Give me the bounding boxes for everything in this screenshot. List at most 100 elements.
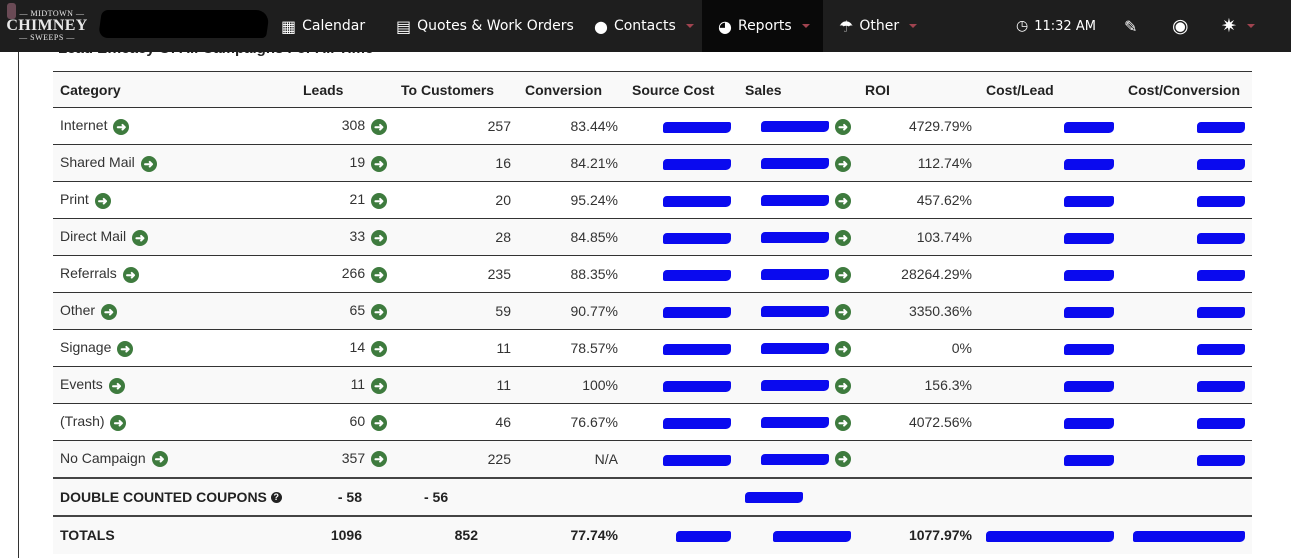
- nav-other[interactable]: ☂ Other: [839, 0, 918, 52]
- edit-icon: ✎: [1124, 16, 1138, 36]
- roi-cell: 3350.36%: [858, 292, 979, 330]
- redacted-value: [761, 453, 830, 465]
- arrow-circle-right-icon[interactable]: ➜: [371, 192, 387, 209]
- redacted-value: [1197, 454, 1245, 466]
- arrow-circle-right-icon[interactable]: ➜: [108, 377, 125, 394]
- conversion-cell: 100%: [518, 366, 625, 404]
- arrow-circle-right-icon[interactable]: ➜: [371, 229, 387, 246]
- nav-contacts[interactable]: ● Contacts: [594, 0, 694, 52]
- empty-cell: [625, 477, 738, 517]
- content-border: [18, 52, 19, 558]
- arrow-circle-right-icon[interactable]: ➜: [835, 340, 851, 357]
- arrow-circle-right-icon[interactable]: ➜: [835, 451, 851, 468]
- cost-per-conversion-cell: [1121, 107, 1252, 145]
- customers-cell: 28: [394, 218, 518, 256]
- customers-cell: 11: [394, 366, 518, 404]
- leads-cell: 19 ➜: [296, 144, 394, 182]
- leads-value: 21: [349, 191, 366, 208]
- leads-cell: 33 ➜: [296, 218, 394, 256]
- nav-quotes-work-orders[interactable]: ▤ Quotes & Work Orders: [396, 0, 574, 52]
- category-cell: Signage ➜: [53, 329, 296, 367]
- col-cost-per-lead: Cost/Lead: [979, 71, 1121, 108]
- totals-label: TOTALS: [53, 515, 296, 554]
- col-conversion: Conversion: [518, 71, 625, 108]
- category-label: No Campaign: [60, 450, 146, 467]
- arrow-circle-right-icon[interactable]: ➜: [140, 155, 157, 172]
- nav-reports[interactable]: ◕ Reports: [702, 0, 823, 52]
- arrow-circle-right-icon[interactable]: ➜: [835, 118, 851, 135]
- double-counted-leads: - 58: [296, 477, 394, 517]
- arrow-circle-right-icon[interactable]: ➜: [371, 414, 387, 431]
- cost-per-lead-cell: [979, 107, 1121, 145]
- sales-cell: ➜: [738, 403, 858, 441]
- category-label: Signage: [60, 339, 112, 356]
- arrow-circle-right-icon[interactable]: ➜: [110, 414, 127, 431]
- roi-cell: 457.62%: [858, 181, 979, 219]
- arrow-circle-right-icon[interactable]: ➜: [371, 377, 387, 394]
- arrow-circle-right-icon[interactable]: ➜: [122, 266, 139, 283]
- leads-cell: 65 ➜: [296, 292, 394, 330]
- roi-cell: 112.74%: [858, 144, 979, 182]
- arrow-circle-right-icon[interactable]: ➜: [113, 118, 130, 135]
- redacted-value: [1197, 343, 1245, 355]
- sales-cell: ➜: [738, 144, 858, 182]
- caret-down-icon: [685, 24, 694, 28]
- category-label: Internet: [60, 117, 108, 134]
- source-cost-cell: [625, 440, 738, 479]
- leads-value: 11: [350, 376, 366, 393]
- arrow-circle-right-icon[interactable]: ➜: [371, 118, 387, 135]
- arrow-circle-right-icon[interactable]: ➜: [835, 229, 851, 246]
- arrow-circle-right-icon[interactable]: ➜: [100, 303, 117, 320]
- cost-per-conversion-cell: [1121, 255, 1252, 293]
- edit-button[interactable]: ✎: [1124, 0, 1137, 52]
- leads-value: 357: [341, 450, 366, 467]
- totals-roi: 1077.97%: [858, 515, 979, 554]
- arrow-circle-right-icon[interactable]: ➜: [371, 155, 387, 172]
- leads-value: 60: [349, 413, 366, 430]
- cost-per-lead-cell: [979, 329, 1121, 367]
- source-cost-cell: [625, 403, 738, 441]
- leads-value: 65: [349, 302, 366, 319]
- company-logo[interactable]: — MIDTOWN — CHIMNEY — SWEEPS —: [4, 3, 90, 49]
- arrow-circle-right-icon[interactable]: ➜: [835, 414, 851, 431]
- calendar-icon: ▦: [281, 16, 297, 36]
- double-counted-customers: - 56: [394, 477, 518, 517]
- arrow-circle-right-icon[interactable]: ➜: [371, 451, 387, 468]
- col-to-customers: To Customers: [394, 71, 518, 108]
- arrow-circle-right-icon[interactable]: ➜: [835, 266, 851, 283]
- conversion-cell: 78.57%: [518, 329, 625, 367]
- totals-sales: [738, 515, 858, 554]
- arrow-circle-right-icon[interactable]: ➜: [371, 340, 387, 357]
- user-icon: ●: [594, 16, 608, 36]
- arrow-circle-right-icon[interactable]: ➜: [835, 377, 851, 394]
- settings-menu[interactable]: ✷: [1221, 0, 1255, 52]
- arrow-circle-right-icon[interactable]: ➜: [94, 192, 111, 209]
- nav-calendar[interactable]: ▦ Calendar: [281, 0, 365, 52]
- arrow-circle-right-icon[interactable]: ➜: [835, 192, 851, 209]
- roi-cell: [858, 440, 979, 479]
- arrow-circle-right-icon[interactable]: ➜: [117, 340, 134, 357]
- arrow-circle-right-icon[interactable]: ➜: [835, 303, 851, 320]
- totals-cost-per-lead: [979, 515, 1121, 554]
- globe-button[interactable]: ◉: [1172, 0, 1189, 52]
- globe-icon: ◉: [1172, 15, 1189, 37]
- redacted-value: [1133, 530, 1245, 542]
- source-cost-cell: [625, 144, 738, 182]
- question-circle-icon[interactable]: ?: [270, 492, 282, 504]
- arrow-circle-right-icon[interactable]: ➜: [371, 266, 387, 283]
- arrow-circle-right-icon[interactable]: ➜: [371, 303, 387, 320]
- category-cell: (Trash) ➜: [53, 403, 296, 441]
- category-cell: Shared Mail ➜: [53, 144, 296, 182]
- top-navbar: — MIDTOWN — CHIMNEY — SWEEPS — ▦ Calenda…: [0, 0, 1291, 52]
- table-row: Internet ➜ 308 ➜ 257 83.44% ➜ 4729.79%: [53, 107, 1252, 145]
- redacted-value: [773, 530, 851, 542]
- arrow-circle-right-icon[interactable]: ➜: [151, 451, 168, 468]
- category-cell: Internet ➜: [53, 107, 296, 145]
- conversion-cell: 95.24%: [518, 181, 625, 219]
- arrow-circle-right-icon[interactable]: ➜: [835, 155, 851, 172]
- leads-value: 33: [349, 228, 366, 245]
- redacted-value: [761, 269, 830, 281]
- roi-cell: 4729.79%: [858, 107, 979, 145]
- arrow-circle-right-icon[interactable]: ➜: [132, 229, 149, 246]
- double-counted-sales: [738, 477, 858, 517]
